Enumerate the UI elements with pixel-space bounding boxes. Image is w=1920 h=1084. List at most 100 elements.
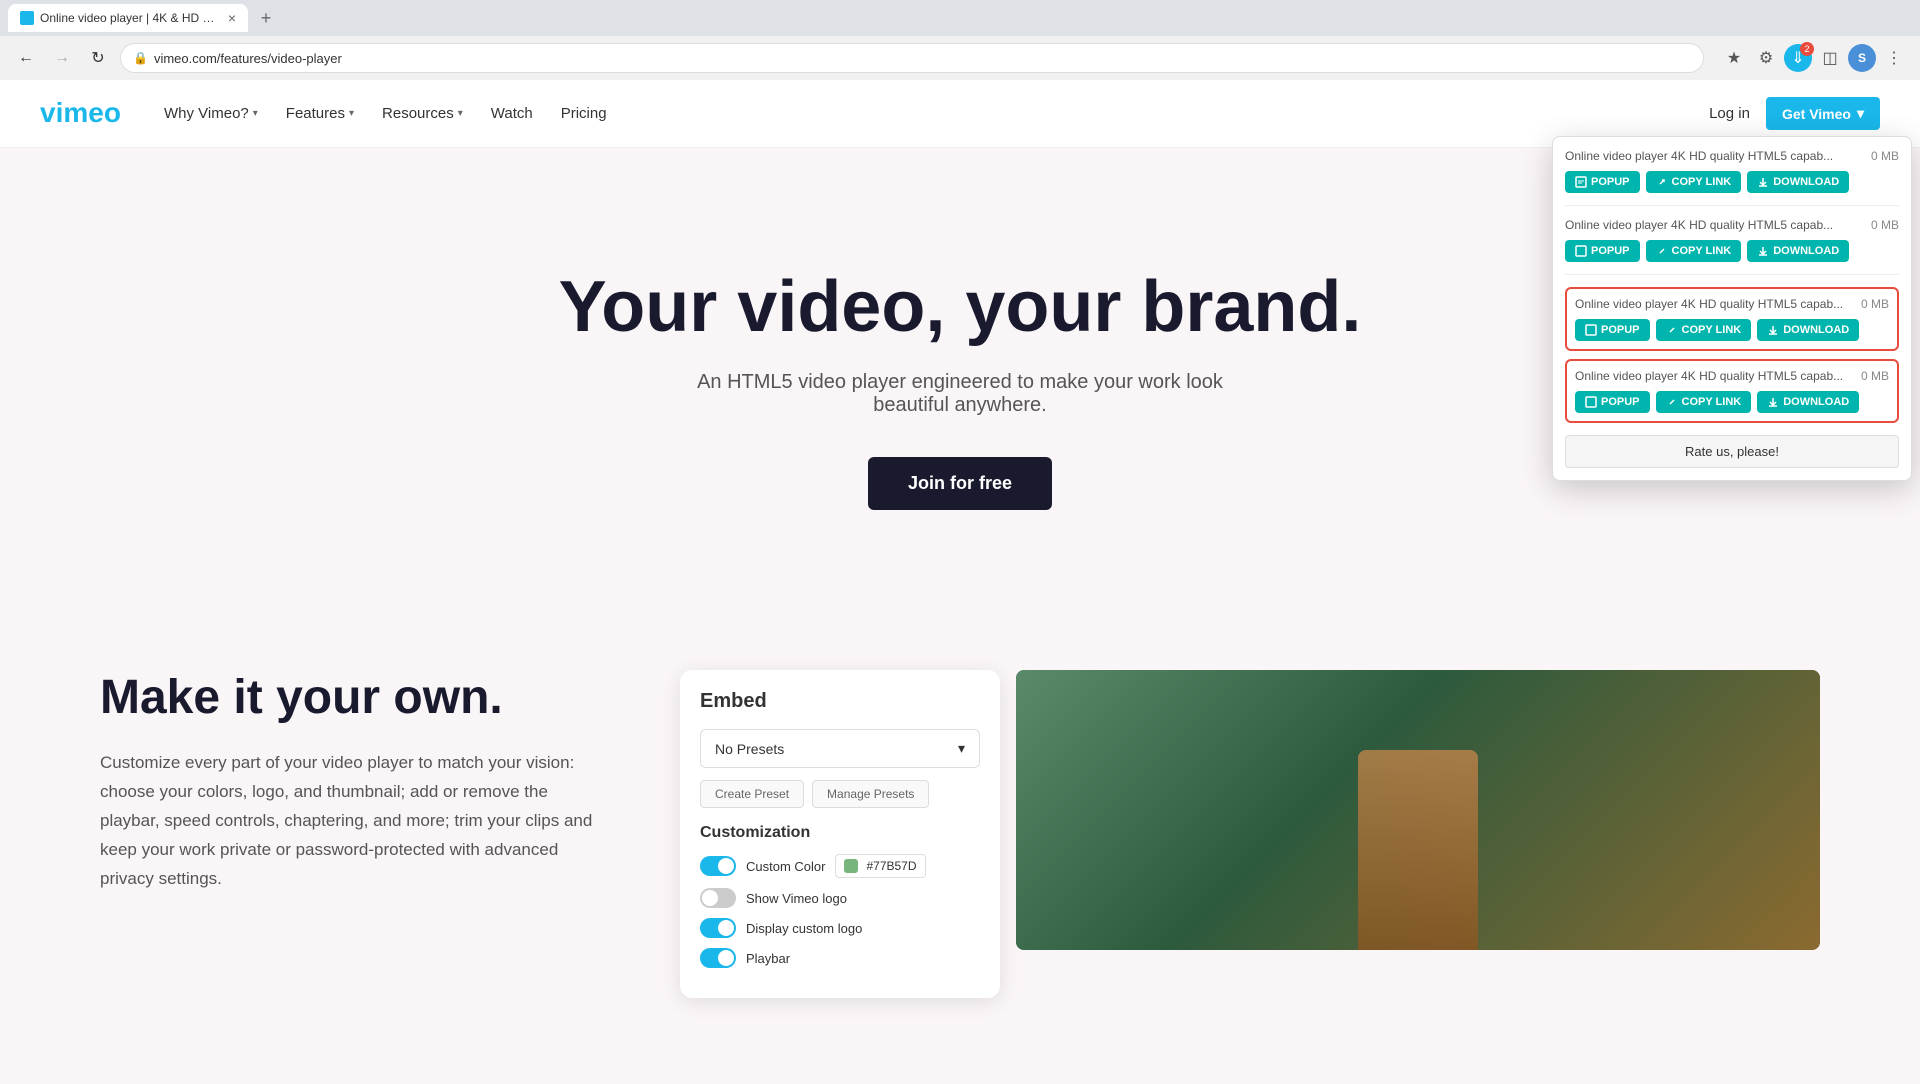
download-item-1-header: Online video player 4K HD quality HTML5 … (1565, 149, 1899, 163)
custom-color-toggle[interactable] (700, 856, 736, 876)
download-button-3[interactable]: DOWNLOAD (1757, 319, 1859, 341)
download-item-3-actions: POPUP COPY LINK DOWNLOAD (1575, 319, 1889, 341)
select-chevron: ▾ (958, 740, 965, 757)
join-free-button[interactable]: Join for free (868, 457, 1052, 510)
customization-title: Customization (700, 824, 980, 842)
color-hex: #77B57D (866, 859, 916, 873)
video-bg (1016, 670, 1820, 950)
svg-text:vimeo: vimeo (40, 100, 120, 128)
download-item-4-title: Online video player 4K HD quality HTML5 … (1575, 369, 1853, 383)
manage-presets-button[interactable]: Manage Presets (812, 780, 929, 808)
show-vimeo-logo-toggle[interactable] (700, 888, 736, 908)
custom-color-row: Custom Color #77B57D (700, 854, 980, 878)
get-vimeo-button[interactable]: Get Vimeo ▾ (1766, 97, 1880, 130)
download-item-1-size: 0 MB (1871, 149, 1899, 163)
popup-button-1[interactable]: POPUP (1565, 171, 1640, 193)
download-item-2-size: 0 MB (1871, 218, 1899, 232)
download-item-4-actions: POPUP COPY LINK DOWNLOAD (1575, 391, 1889, 413)
nav-resources[interactable]: Resources ▾ (370, 97, 475, 130)
bookmark-icon[interactable]: ★ (1720, 44, 1748, 72)
download-item-3-highlighted: Online video player 4K HD quality HTML5 … (1565, 287, 1899, 351)
copy-link-button-2[interactable]: COPY LINK (1646, 240, 1742, 262)
create-preset-button[interactable]: Create Preset (700, 780, 804, 808)
download-button-1[interactable]: DOWNLOAD (1747, 171, 1849, 193)
make-own-text: Make it your own. Customize every part o… (100, 670, 600, 893)
download-item-3-title: Online video player 4K HD quality HTML5 … (1575, 297, 1853, 311)
address-bar[interactable]: 🔒 vimeo.com/features/video-player (120, 43, 1704, 73)
nav-why-vimeo[interactable]: Why Vimeo? ▾ (152, 97, 270, 130)
download-item-3-size: 0 MB (1861, 297, 1889, 311)
popup-button-4[interactable]: POPUP (1575, 391, 1650, 413)
url-text: vimeo.com/features/video-player (154, 51, 342, 66)
active-tab[interactable]: Online video player | 4K & HD c... × (8, 4, 248, 32)
video-overlay (1016, 670, 1820, 950)
copy-link-button-4[interactable]: COPY LINK (1656, 391, 1752, 413)
color-dot (844, 859, 858, 873)
section-title: Make it your own. (100, 670, 600, 725)
copy-link-button-3[interactable]: COPY LINK (1656, 319, 1752, 341)
new-tab-icon: + (261, 8, 272, 29)
extensions-icon[interactable]: ◫ (1816, 44, 1844, 72)
download-button-2[interactable]: DOWNLOAD (1747, 240, 1849, 262)
no-presets-select[interactable]: No Presets ▾ (700, 729, 980, 768)
popup-button-3[interactable]: POPUP (1575, 319, 1650, 341)
download-item-2-title: Online video player 4K HD quality HTML5 … (1565, 218, 1863, 232)
download-item-4-size: 0 MB (1861, 369, 1889, 383)
download-item-4-header: Online video player 4K HD quality HTML5 … (1575, 369, 1889, 383)
color-swatch[interactable]: #77B57D (835, 854, 925, 878)
download-icon-1 (1757, 176, 1769, 188)
tab-bar: Online video player | 4K & HD c... × + (0, 0, 1920, 36)
download-button-4[interactable]: DOWNLOAD (1757, 391, 1859, 413)
video-thumbnail (1016, 670, 1820, 950)
popup-icon-2 (1575, 245, 1587, 257)
download-manager-button[interactable]: ⇓ 2 (1784, 44, 1812, 72)
display-custom-logo-toggle[interactable] (700, 918, 736, 938)
show-vimeo-logo-label: Show Vimeo logo (746, 891, 847, 906)
nav-links: Why Vimeo? ▾ Features ▾ Resources ▾ Watc… (152, 97, 1709, 130)
vimeo-logo[interactable]: vimeo (40, 100, 120, 128)
resources-chevron: ▾ (458, 108, 463, 119)
login-link[interactable]: Log in (1709, 105, 1750, 122)
download-icon-3 (1767, 324, 1779, 336)
lock-icon: 🔒 (133, 51, 148, 65)
browser-toolbar: ← → ↻ 🔒 vimeo.com/features/video-player … (0, 36, 1920, 80)
display-custom-logo-label: Display custom logo (746, 921, 862, 936)
toolbar-icons: ★ ⚙ ⇓ 2 ◫ S ⋮ (1720, 44, 1908, 72)
download-item-2-header: Online video player 4K HD quality HTML5 … (1565, 218, 1899, 232)
menu-icon[interactable]: ⋮ (1880, 44, 1908, 72)
make-own-visual: Embed No Presets ▾ Create Preset Manage … (680, 670, 1820, 998)
display-custom-logo-row: Display custom logo (700, 918, 980, 938)
profile-avatar[interactable]: S (1848, 44, 1876, 72)
why-vimeo-chevron: ▾ (253, 108, 258, 119)
back-button[interactable]: ← (12, 44, 40, 72)
embed-panel: Embed No Presets ▾ Create Preset Manage … (680, 670, 1000, 998)
tab-close-button[interactable]: × (228, 10, 236, 26)
tab-favicon (20, 11, 34, 25)
hero-subtitle: An HTML5 video player engineered to make… (660, 371, 1260, 417)
nav-features[interactable]: Features ▾ (274, 97, 366, 130)
forward-button[interactable]: → (48, 44, 76, 72)
copy-link-button-1[interactable]: COPY LINK (1646, 171, 1742, 193)
copy-link-icon-4 (1666, 396, 1678, 408)
popup-button-2[interactable]: POPUP (1565, 240, 1640, 262)
download-icon-2 (1757, 245, 1769, 257)
reload-button[interactable]: ↻ (84, 44, 112, 72)
rate-us-button[interactable]: Rate us, please! (1565, 435, 1899, 468)
browser-chrome: Online video player | 4K & HD c... × + ←… (0, 0, 1920, 80)
download-item-2-actions: POPUP COPY LINK DOWNLOAD (1565, 240, 1899, 262)
playbar-row: Playbar (700, 948, 980, 968)
preset-buttons: Create Preset Manage Presets (700, 780, 980, 808)
playbar-toggle[interactable] (700, 948, 736, 968)
download-icon-4 (1767, 396, 1779, 408)
nav-pricing[interactable]: Pricing (549, 97, 619, 130)
extension-icon[interactable]: ⚙ (1752, 44, 1780, 72)
video-person-silhouette (1358, 750, 1478, 950)
copy-link-icon-2 (1656, 245, 1668, 257)
nav-watch[interactable]: Watch (479, 97, 545, 130)
hero-title: Your video, your brand. (559, 268, 1362, 347)
copy-link-icon-3 (1666, 324, 1678, 336)
new-tab-button[interactable]: + (252, 4, 280, 32)
custom-color-label: Custom Color (746, 859, 825, 874)
site-wrapper: vimeo Why Vimeo? ▾ Features ▾ Resources … (0, 80, 1920, 1084)
download-badge: 2 (1800, 42, 1814, 56)
